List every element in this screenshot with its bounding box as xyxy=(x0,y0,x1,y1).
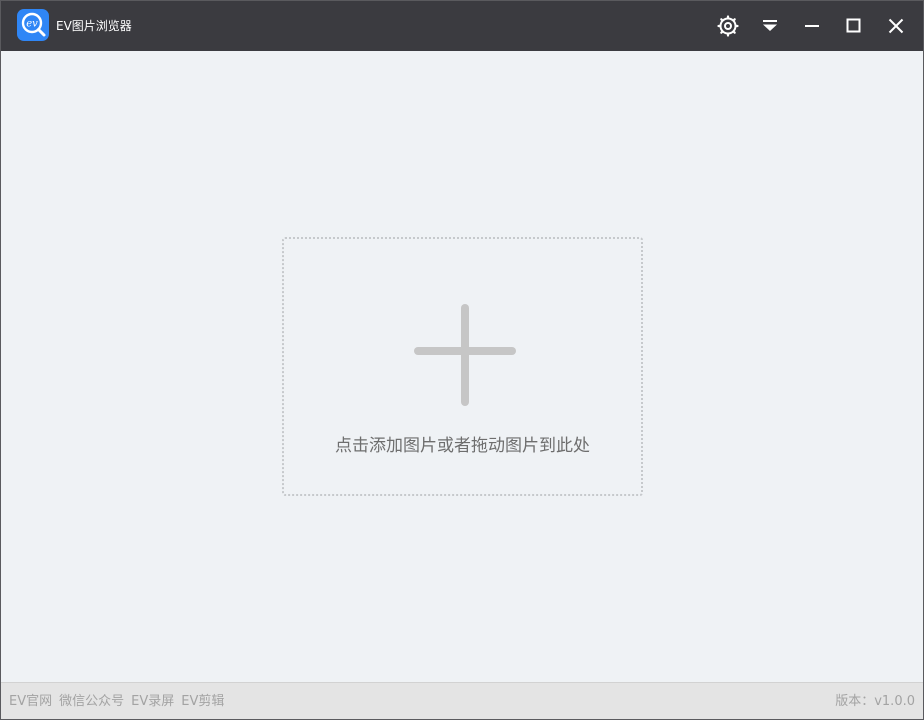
title-bar[interactable]: ev EV图片浏览器 xyxy=(1,1,923,51)
footer-bar: EV官网 微信公众号 EV录屏 EV剪辑 版本：v1.0.0 xyxy=(1,682,923,719)
ev-logo-icon: ev xyxy=(17,9,49,41)
link-ev-website[interactable]: EV官网 xyxy=(9,694,52,709)
app-window: ev EV图片浏览器 点击添加图片或者拖动图片到此处 EV官网 微信公众号 EV… xyxy=(0,0,924,720)
main-area: 点击添加图片或者拖动图片到此处 xyxy=(1,51,923,682)
menu-button[interactable] xyxy=(757,13,783,39)
plus-icon xyxy=(414,304,516,406)
version-label: 版本：v1.0.0 xyxy=(835,694,915,709)
settings-button[interactable] xyxy=(715,13,741,39)
link-ev-editor[interactable]: EV剪辑 xyxy=(181,694,224,709)
link-ev-recorder[interactable]: EV录屏 xyxy=(131,694,174,709)
app-title: EV图片浏览器 xyxy=(56,19,132,33)
dropdown-menu-icon xyxy=(763,20,777,31)
minimize-icon xyxy=(805,25,819,27)
image-drop-zone[interactable]: 点击添加图片或者拖动图片到此处 xyxy=(282,237,643,496)
maximize-button[interactable] xyxy=(841,13,867,39)
logo-text: ev xyxy=(26,19,38,30)
close-button[interactable] xyxy=(883,13,909,39)
footer-links: EV官网 微信公众号 EV录屏 EV剪辑 xyxy=(9,693,231,710)
minimize-button[interactable] xyxy=(799,13,825,39)
close-icon xyxy=(888,18,904,34)
link-wechat[interactable]: 微信公众号 xyxy=(59,694,124,709)
gear-icon xyxy=(717,15,739,37)
maximize-icon xyxy=(846,18,861,33)
drop-zone-label: 点击添加图片或者拖动图片到此处 xyxy=(335,436,590,456)
